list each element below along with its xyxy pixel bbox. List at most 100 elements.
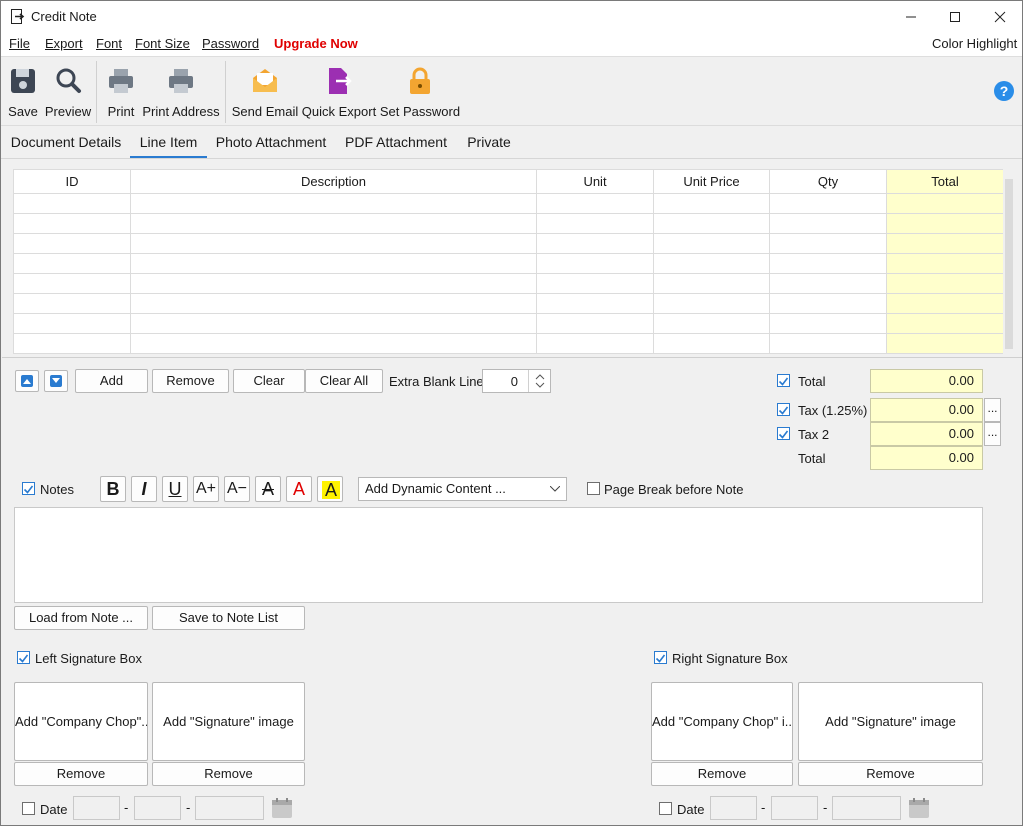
tax2-options-button[interactable]: ... bbox=[984, 422, 1001, 446]
column-header-id[interactable]: ID bbox=[13, 169, 131, 194]
left-date-checkbox[interactable] bbox=[22, 802, 35, 815]
save-button[interactable]: Save bbox=[3, 61, 43, 123]
table-cell[interactable] bbox=[886, 273, 1004, 294]
table-cell[interactable] bbox=[13, 293, 131, 314]
line-item-grid[interactable]: ID Description Unit Unit Price Qty Total bbox=[13, 169, 1004, 354]
column-header-unit[interactable]: Unit bbox=[536, 169, 654, 194]
table-cell[interactable] bbox=[769, 273, 887, 294]
move-up-button[interactable] bbox=[15, 370, 39, 392]
table-cell[interactable] bbox=[886, 333, 1004, 354]
tax-options-button[interactable]: ... bbox=[984, 398, 1001, 422]
calendar-icon[interactable] bbox=[907, 796, 931, 820]
table-cell[interactable] bbox=[130, 273, 537, 294]
menu-font-size[interactable]: Font Size bbox=[135, 36, 190, 51]
table-cell[interactable] bbox=[653, 293, 770, 314]
add-line-button[interactable]: Add bbox=[75, 369, 148, 393]
load-from-note-button[interactable]: Load from Note ... bbox=[14, 606, 148, 630]
column-header-total[interactable]: Total bbox=[886, 169, 1004, 194]
tab-photo-attachment[interactable]: Photo Attachment bbox=[210, 127, 332, 158]
clear-button[interactable]: Clear bbox=[233, 369, 305, 393]
spinner-arrows[interactable] bbox=[528, 370, 550, 392]
right-signature-remove-button[interactable]: Remove bbox=[798, 762, 983, 786]
left-date-month-field[interactable] bbox=[134, 796, 181, 820]
right-signature-image-button[interactable]: Add "Signature" image bbox=[798, 682, 983, 761]
right-chop-remove-button[interactable]: Remove bbox=[651, 762, 793, 786]
notes-checkbox[interactable] bbox=[22, 482, 35, 495]
tab-pdf-attachment[interactable]: PDF Attachment bbox=[337, 127, 455, 158]
column-header-qty[interactable]: Qty bbox=[769, 169, 887, 194]
menu-export[interactable]: Export bbox=[45, 36, 83, 51]
quick-export-button[interactable]: Quick Export bbox=[301, 61, 377, 123]
table-cell[interactable] bbox=[769, 333, 887, 354]
table-row[interactable] bbox=[13, 233, 1004, 254]
table-cell[interactable] bbox=[653, 193, 770, 214]
table-cell[interactable] bbox=[536, 233, 654, 254]
table-cell[interactable] bbox=[653, 313, 770, 334]
tax-checkbox[interactable] bbox=[777, 403, 790, 416]
left-date-day-field[interactable] bbox=[73, 796, 120, 820]
left-signature-checkbox[interactable] bbox=[17, 651, 30, 664]
tab-private[interactable]: Private bbox=[459, 127, 519, 158]
right-date-year-field[interactable] bbox=[832, 796, 901, 820]
table-cell[interactable] bbox=[13, 333, 131, 354]
table-row[interactable] bbox=[13, 253, 1004, 274]
table-cell[interactable] bbox=[769, 233, 887, 254]
table-cell[interactable] bbox=[536, 213, 654, 234]
calendar-icon[interactable] bbox=[270, 796, 294, 820]
table-cell[interactable] bbox=[130, 333, 537, 354]
print-button[interactable]: Print bbox=[101, 61, 141, 123]
table-cell[interactable] bbox=[886, 253, 1004, 274]
strikethrough-button[interactable]: A bbox=[255, 476, 281, 502]
notes-textarea[interactable] bbox=[14, 507, 983, 603]
table-cell[interactable] bbox=[13, 193, 131, 214]
menu-file[interactable]: File bbox=[9, 36, 30, 51]
table-cell[interactable] bbox=[130, 253, 537, 274]
extra-blank-line-spinner[interactable]: 0 bbox=[482, 369, 551, 393]
column-header-unit-price[interactable]: Unit Price bbox=[653, 169, 770, 194]
table-row[interactable] bbox=[13, 213, 1004, 234]
underline-button[interactable]: U bbox=[162, 476, 188, 502]
table-cell[interactable] bbox=[130, 193, 537, 214]
tax2-checkbox[interactable] bbox=[777, 427, 790, 440]
table-cell[interactable] bbox=[653, 273, 770, 294]
left-date-year-field[interactable] bbox=[195, 796, 264, 820]
table-cell[interactable] bbox=[536, 293, 654, 314]
table-cell[interactable] bbox=[536, 193, 654, 214]
total-checkbox[interactable] bbox=[777, 374, 790, 387]
table-row[interactable] bbox=[13, 313, 1004, 334]
table-cell[interactable] bbox=[769, 313, 887, 334]
maximize-button[interactable] bbox=[932, 1, 978, 32]
preview-button[interactable]: Preview bbox=[43, 61, 93, 123]
table-cell[interactable] bbox=[130, 313, 537, 334]
clear-all-button[interactable]: Clear All bbox=[305, 369, 383, 393]
table-cell[interactable] bbox=[536, 313, 654, 334]
table-cell[interactable] bbox=[13, 253, 131, 274]
menu-color-highlight[interactable]: Color Highlight bbox=[932, 36, 1017, 51]
table-cell[interactable] bbox=[769, 253, 887, 274]
table-cell[interactable] bbox=[536, 253, 654, 274]
table-cell[interactable] bbox=[13, 213, 131, 234]
table-cell[interactable] bbox=[130, 233, 537, 254]
tab-document-details[interactable]: Document Details bbox=[5, 127, 127, 158]
right-date-checkbox[interactable] bbox=[659, 802, 672, 815]
table-cell[interactable] bbox=[886, 233, 1004, 254]
menu-font[interactable]: Font bbox=[96, 36, 122, 51]
print-address-button[interactable]: Print Address bbox=[141, 61, 221, 123]
table-cell[interactable] bbox=[13, 233, 131, 254]
highlight-color-button[interactable]: A bbox=[317, 476, 343, 502]
table-cell[interactable] bbox=[886, 293, 1004, 314]
scrollbar-thumb[interactable] bbox=[1005, 179, 1013, 349]
table-row[interactable] bbox=[13, 333, 1004, 354]
page-break-checkbox[interactable] bbox=[587, 482, 600, 495]
left-chop-remove-button[interactable]: Remove bbox=[14, 762, 148, 786]
table-cell[interactable] bbox=[886, 313, 1004, 334]
help-icon[interactable]: ? bbox=[994, 81, 1014, 101]
column-header-description[interactable]: Description bbox=[130, 169, 537, 194]
menu-password[interactable]: Password bbox=[202, 36, 259, 51]
menu-upgrade-now[interactable]: Upgrade Now bbox=[274, 36, 358, 51]
move-down-button[interactable] bbox=[44, 370, 68, 392]
table-cell[interactable] bbox=[653, 233, 770, 254]
table-row[interactable] bbox=[13, 293, 1004, 314]
font-color-button[interactable]: A bbox=[286, 476, 312, 502]
table-cell[interactable] bbox=[769, 193, 887, 214]
